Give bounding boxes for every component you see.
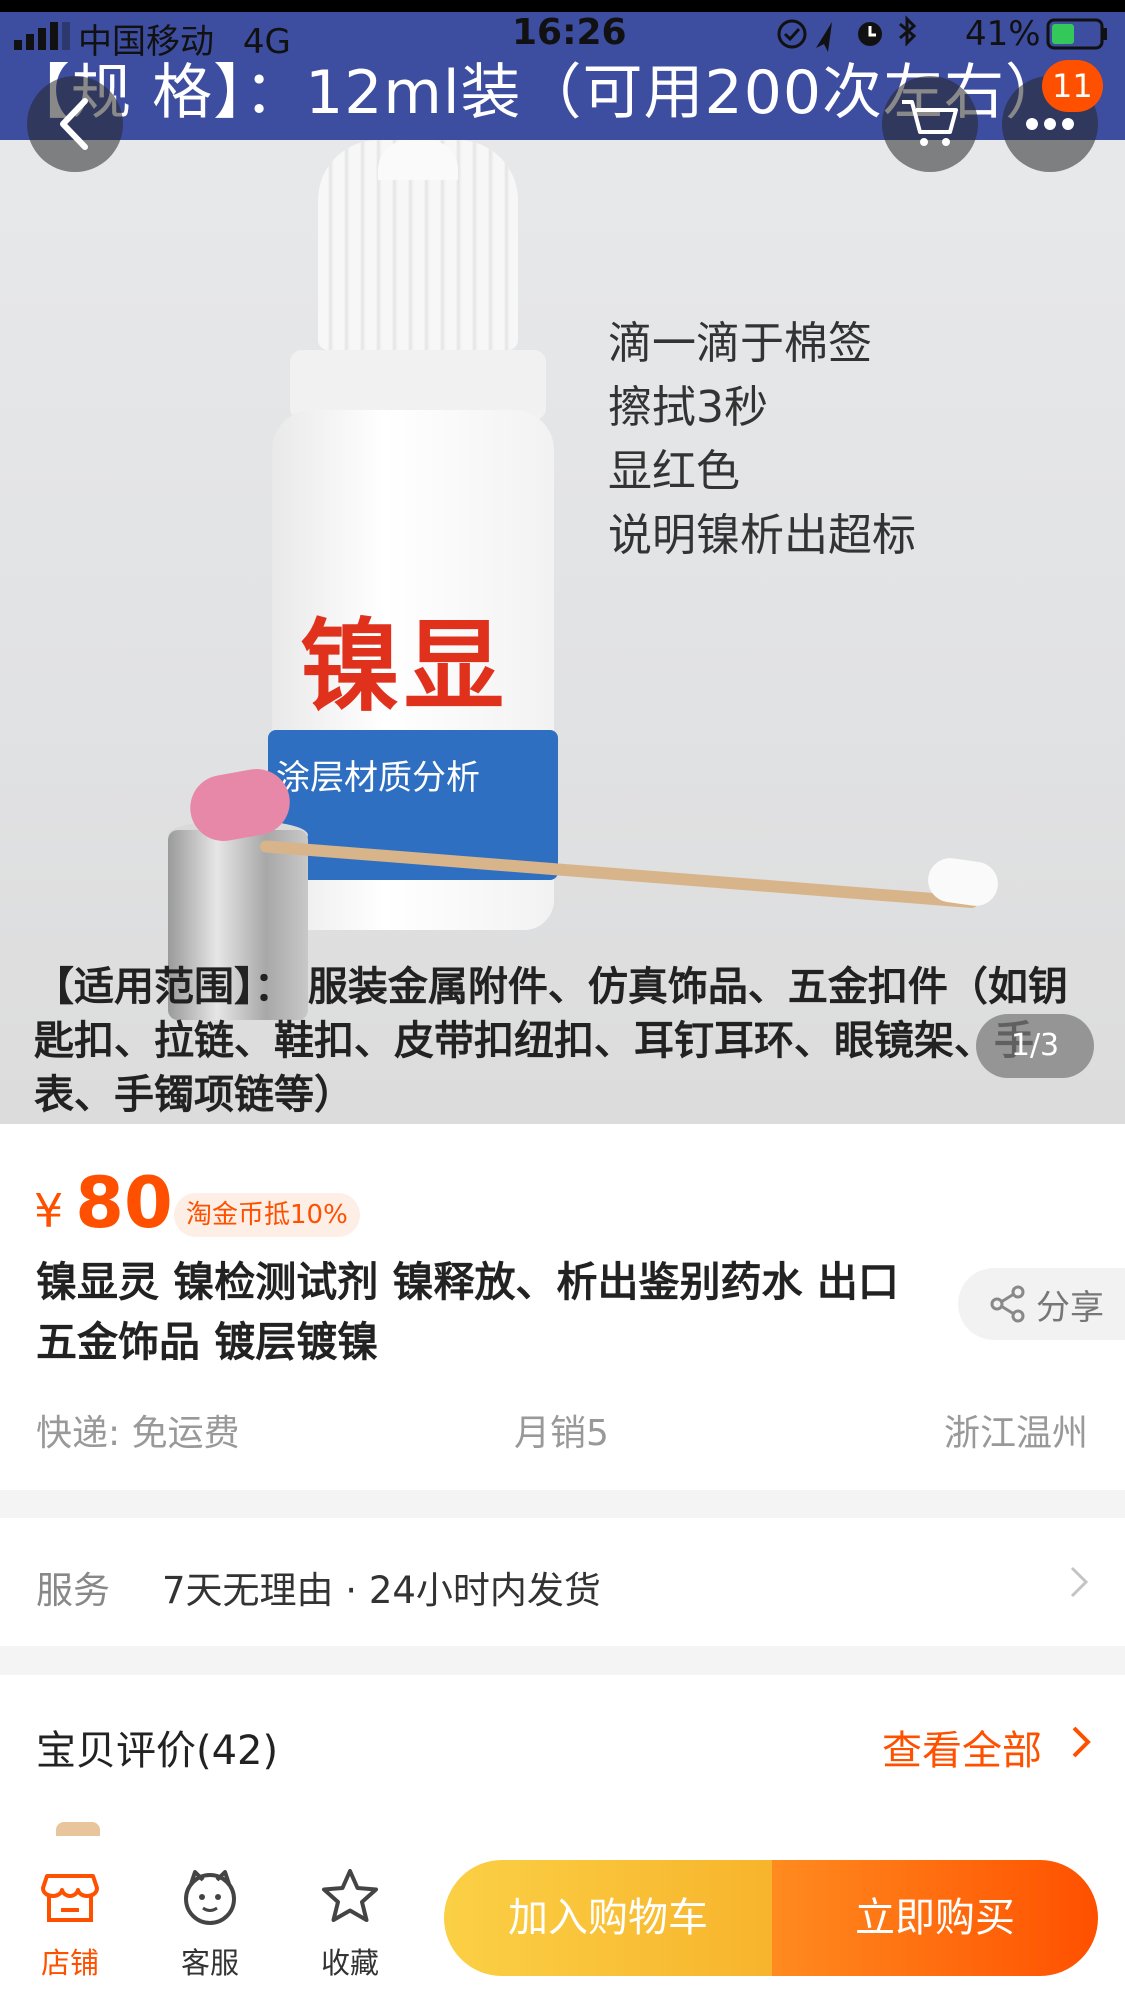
review-avatar [56,1822,100,1836]
favorite-tab[interactable]: 收藏 [290,1866,410,1980]
shop-tab[interactable]: 店铺 [10,1866,130,1980]
favorite-tab-label: 收藏 [320,1946,379,1980]
bottle-brand-label: 镍显 [300,608,508,725]
status-bar-edge [0,0,1125,12]
product-price: 80 [75,1162,173,1244]
instruction-line: 擦拭3秒 [608,382,768,433]
product-detail-page: 【规 格】：12ml装（可用200次左右） 镍显 涂层材质分析 滴一滴于棉签 擦… [0,0,1125,2001]
share-label: 分享 [1036,1287,1104,1328]
product-image-gallery[interactable]: 【规 格】：12ml装（可用200次左右） 镍显 涂层材质分析 滴一滴于棉签 擦… [0,0,1125,1124]
service-value: 7天无理由 · 24小时内发货 [162,1569,601,1612]
shipping-info: 快递: 免运费 [36,1413,240,1454]
coin-discount-badge: 淘金币抵10% [174,1193,360,1237]
signal-icon [14,22,70,50]
status-clock: 16:26 [512,12,627,53]
carrier-name: 中国移动 [78,22,214,62]
reviews-title: 宝贝评价(42) [36,1728,279,1774]
view-all-reviews-link[interactable]: 查看全部 [882,1718,1042,1776]
product-meta-row: 快递: 免运费 月销5 浙江温州 [36,1404,1088,1454]
instruction-line: 说明镍析出超标 [608,510,916,561]
buy-now-button[interactable]: 立即购买 [772,1860,1098,1976]
customer-service-tab[interactable]: 客服 [150,1866,270,1980]
chevron-left-icon [60,98,88,150]
more-icon [1026,118,1074,130]
ship-from-location: 浙江温州 [943,1413,1088,1454]
monthly-sales: 月销5 [514,1413,609,1454]
share-icon [990,1285,1025,1323]
star-icon [322,1869,378,1922]
image-pager: 1/3 [976,1014,1094,1078]
status-icons [777,15,1107,52]
customer-service-icon [184,1870,236,1925]
currency-symbol: ¥ [34,1184,64,1238]
cart-button[interactable] [882,76,978,172]
battery-percent: 41% [965,14,1041,54]
customer-service-tab-label: 客服 [180,1946,239,1980]
bottle-band-text: 涂层材质分析 [276,758,480,798]
add-to-cart-button[interactable]: 加入购物车 [444,1860,772,1976]
price-row: ¥ 80 [34,1162,173,1244]
bottle-nozzle [378,140,458,180]
instructions-block: 滴一滴于棉签 擦拭3秒 显红色 说明镍析出超标 [608,312,916,568]
instruction-line: 滴一滴于棉签 [608,318,872,369]
usage-scope-text: 【适用范围】： 服装金属附件、仿真饰品、五金扣件（如钥匙扣、拉链、鞋扣、皮带扣纽… [34,964,1068,1118]
instruction-line: 显红色 [608,446,740,497]
carrier-label: 中国移动 4G [78,14,291,63]
usage-scope-block: 【适用范围】： 服装金属附件、仿真饰品、五金扣件（如钥匙扣、拉链、鞋扣、皮带扣纽… [34,960,1094,1122]
chevron-right-icon [1070,1566,1089,1598]
chevron-right-icon[interactable] [1068,1722,1094,1762]
back-button[interactable] [27,76,123,172]
product-title: 镍显灵 镍检测试剂 镍释放、析出鉴别药水 出口五金饰品 镀层镀镍 [36,1258,899,1366]
status-bar: 中国移动 4G 16:26 41% [0,0,1125,66]
shop-tab-label: 店铺 [40,1946,99,1980]
notification-badge: 11 [1042,60,1103,112]
share-button[interactable]: 分享 [958,1268,1125,1340]
network-type: 4G [242,22,291,62]
service-label: 服务 [36,1569,110,1612]
cart-icon [902,100,958,146]
shop-icon [41,1874,99,1922]
